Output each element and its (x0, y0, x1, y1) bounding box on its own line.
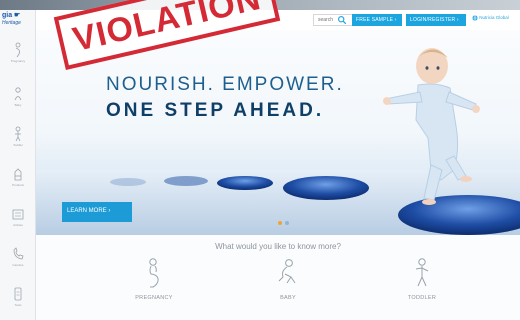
tools-icon (14, 287, 22, 301)
products-icon (14, 168, 22, 181)
toddler-icon (15, 126, 21, 142)
hero-headline-line-2: ONE STEP AHEAD. (106, 100, 325, 121)
section-question: What would you like to know more? (215, 242, 341, 251)
sidebar-item-label: Products (12, 183, 24, 187)
nutricia-global-link[interactable]: Nutricia Global (472, 15, 509, 21)
sidebar-item-careline[interactable]: Careline (4, 246, 32, 276)
sidebar-item-label: Pregnancy (10, 59, 26, 63)
baby-icon (278, 259, 296, 284)
sidebar-item-products[interactable]: Products (4, 166, 32, 196)
sidebar: gia ☛ Heritage Pregnancy Baby Toddler Pr… (0, 10, 36, 320)
category-label: BABY (280, 295, 296, 301)
globe-icon (472, 15, 478, 21)
hero-banner: NOURISH. EMPOWER. ONE STEP AHEAD. LEARN … (36, 30, 520, 235)
sidebar-item-toddler[interactable]: Toddler (4, 126, 32, 156)
sidebar-item-label: Articles (13, 223, 23, 227)
pregnancy-icon (149, 258, 159, 288)
nutricia-global-label: Nutricia Global (479, 15, 509, 21)
category-label: TODDLER (407, 295, 437, 301)
sidebar-item-label: Baby (14, 103, 22, 107)
free-sample-button[interactable]: FREE SAMPLE › (352, 14, 402, 26)
category-section: What would you like to know more? PREGNA… (36, 235, 520, 320)
category-baby[interactable]: BABY (258, 257, 318, 301)
search-icon[interactable] (337, 15, 347, 25)
articles-icon (12, 209, 24, 220)
sidebar-item-label: Careline (12, 263, 24, 267)
category-toddler[interactable]: TODDLER (392, 257, 452, 301)
pregnancy-icon (15, 42, 21, 58)
sidebar-item-label: Tools (14, 303, 22, 307)
screenshot-stage: gia ☛ Heritage Pregnancy Baby Toddler Pr… (0, 0, 520, 320)
category-pregnancy[interactable]: PREGNANCY (124, 257, 184, 301)
careline-icon (13, 247, 24, 260)
sidebar-item-pregnancy[interactable]: Pregnancy (4, 42, 32, 72)
brand-logo[interactable]: gia ☛ Heritage (2, 12, 34, 36)
toddler-icon (415, 258, 429, 287)
login-register-button[interactable]: LOGIN/REGISTER › (406, 14, 466, 26)
category-label: PREGNANCY (135, 295, 173, 301)
baby-icon (14, 87, 22, 101)
sidebar-item-articles[interactable]: Articles (4, 206, 32, 236)
logo-line-1: gia ☛ (2, 12, 21, 19)
learn-more-button[interactable]: LEARN MORE › (62, 202, 132, 222)
sidebar-item-baby[interactable]: Baby (4, 86, 32, 116)
sidebar-item-label: Toddler (13, 143, 23, 147)
sidebar-item-tools[interactable]: Tools (4, 286, 32, 316)
hero-headline-line-1: NOURISH. EMPOWER. (106, 74, 344, 95)
logo-line-2: Heritage (2, 20, 21, 26)
